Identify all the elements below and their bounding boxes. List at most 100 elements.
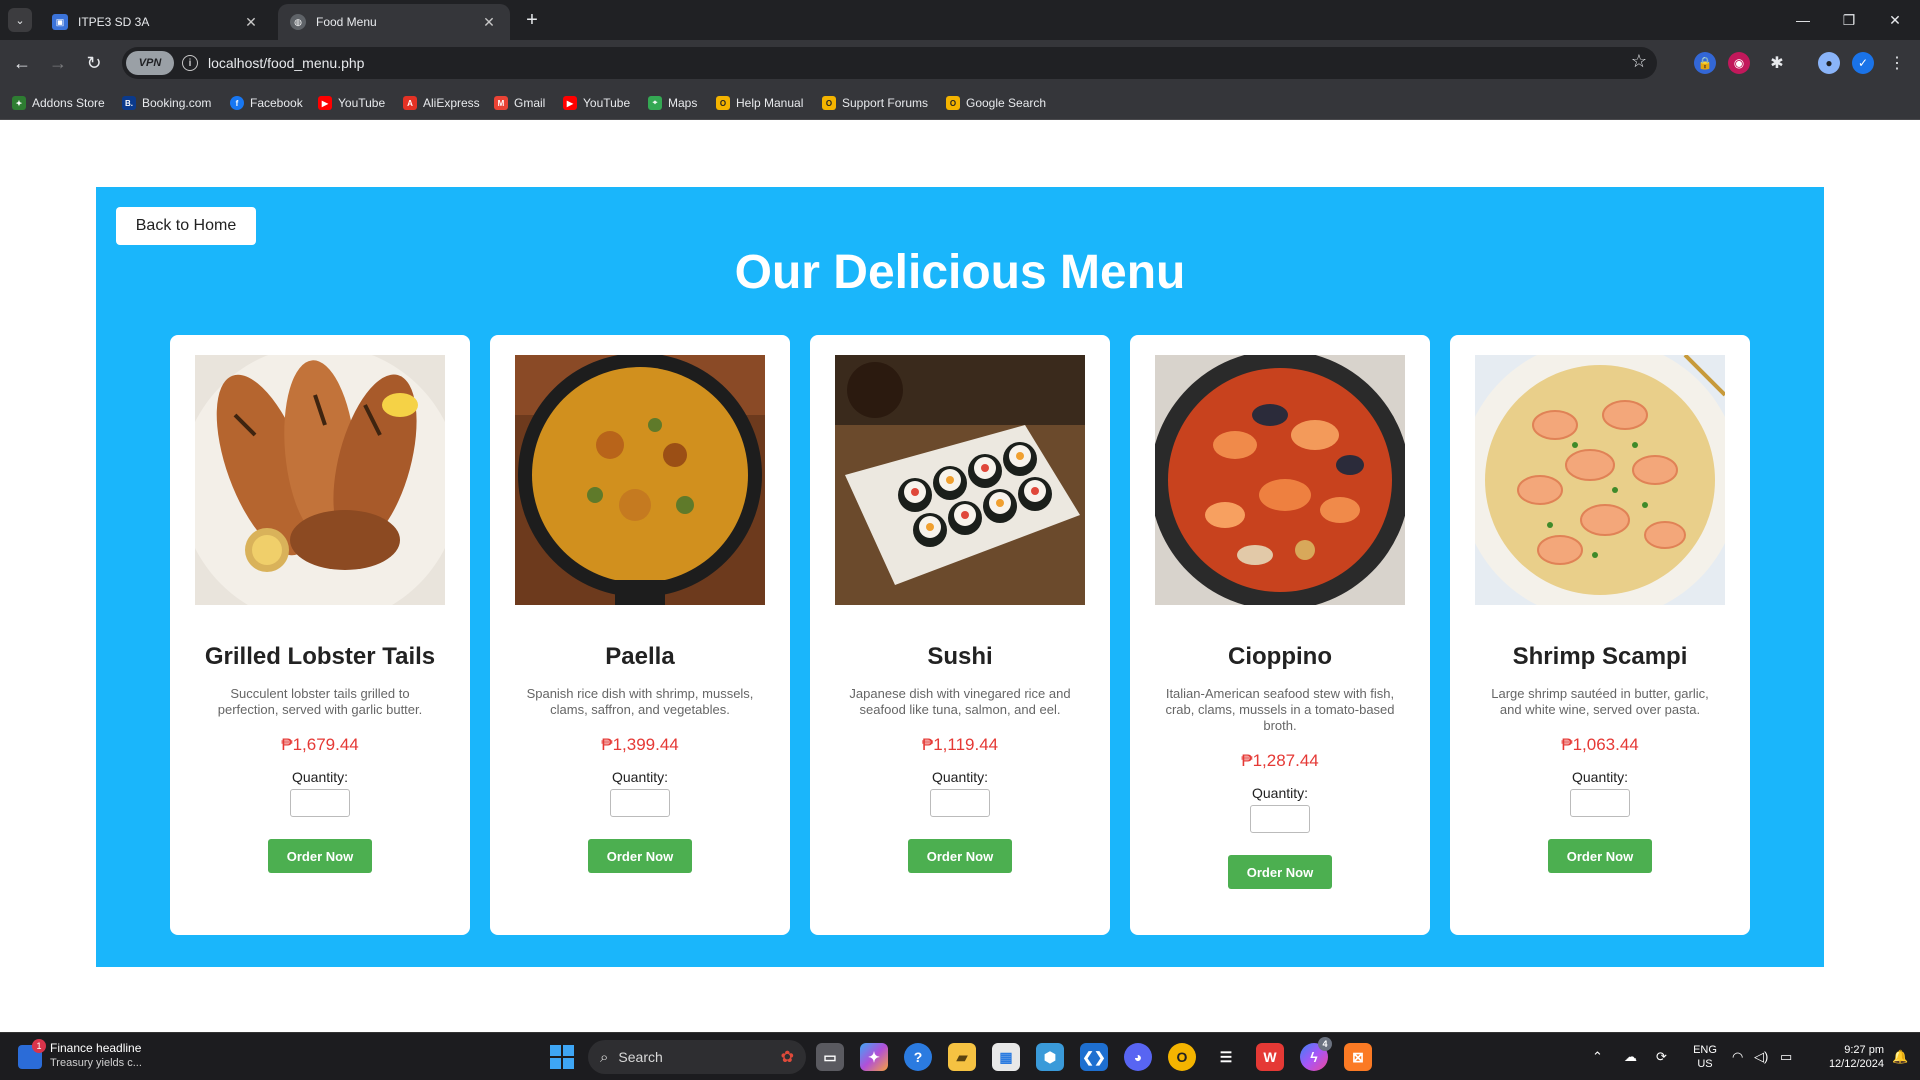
order-now-button[interactable]: Order Now: [908, 839, 1012, 873]
facebook-icon: f: [230, 96, 244, 110]
wps-office-icon[interactable]: W: [1256, 1043, 1284, 1071]
language-code: ENG: [1693, 1044, 1717, 1056]
page-viewport: Back to Home Our Delicious Menu Grilled …: [0, 120, 1920, 1032]
extension-icon[interactable]: ◉: [1728, 52, 1750, 74]
tray-chevron-icon[interactable]: ⌃: [1592, 1033, 1603, 1080]
bookmark-booking[interactable]: B. Booking.com: [122, 94, 211, 112]
quantity-input[interactable]: [290, 789, 350, 817]
item-description: Italian-American seafood stew with fish,…: [1165, 686, 1395, 733]
item-name: Grilled Lobster Tails: [204, 643, 436, 670]
opera-browser-icon[interactable]: O: [1168, 1043, 1196, 1071]
close-icon[interactable]: ✕: [242, 13, 260, 31]
onedrive-icon[interactable]: ☁: [1624, 1033, 1637, 1080]
battery-icon[interactable]: ▭: [1780, 1033, 1792, 1080]
order-now-button[interactable]: Order Now: [1228, 855, 1332, 889]
messenger-badge: 4: [1318, 1037, 1332, 1051]
vscode-icon[interactable]: ❮❯: [1080, 1043, 1108, 1071]
quantity-input[interactable]: [930, 789, 990, 817]
bookmark-youtube-2[interactable]: ▶ YouTube: [563, 94, 630, 112]
bookmark-google-search[interactable]: O Google Search: [946, 94, 1046, 112]
forward-arrow-icon[interactable]: →: [44, 49, 72, 77]
order-now-button[interactable]: Order Now: [588, 839, 692, 873]
food-image-lobster: [195, 355, 445, 605]
site-info-icon[interactable]: i: [182, 55, 198, 71]
taskbar-search[interactable]: ⌕ Search ✿: [588, 1040, 806, 1074]
task-view-icon[interactable]: ▭: [816, 1043, 844, 1071]
news-widget[interactable]: 1 Finance headline Treasury yields c...: [18, 1039, 142, 1071]
menu-panel: Back to Home Our Delicious Menu Grilled …: [96, 187, 1824, 967]
system-clock[interactable]: 9:27 pm 12/12/2024: [1800, 1043, 1884, 1071]
bookmark-star-icon[interactable]: ☆: [1631, 51, 1647, 72]
aliexpress-icon: A: [403, 96, 417, 110]
profile-icon[interactable]: ●: [1818, 52, 1840, 74]
opera-icon: O: [716, 96, 730, 110]
item-order-section: ₱1,399.44 Quantity: Order Now: [490, 735, 790, 873]
back-to-home-button[interactable]: Back to Home: [116, 207, 256, 245]
language-indicator[interactable]: ENG US: [1690, 1043, 1720, 1071]
item-name: Shrimp Scampi: [1512, 643, 1688, 670]
wifi-icon[interactable]: ◠: [1732, 1033, 1743, 1080]
item-order-section: ₱1,119.44 Quantity: Order Now: [810, 735, 1110, 873]
password-manager-icon[interactable]: 🔒: [1694, 52, 1716, 74]
bookmark-aliexpress[interactable]: A AliExpress: [403, 94, 480, 112]
bookmark-help-manual[interactable]: O Help Manual: [716, 94, 803, 112]
order-now-button[interactable]: Order Now: [1548, 839, 1652, 873]
bookmark-label: AliExpress: [423, 96, 480, 110]
cube-app-icon[interactable]: ⬢: [1036, 1043, 1064, 1071]
quantity-input[interactable]: [1570, 789, 1630, 817]
item-price: ₱1,287.44: [1241, 751, 1319, 770]
opera-icon: O: [822, 96, 836, 110]
reload-icon[interactable]: ↻: [80, 49, 108, 77]
copilot-icon[interactable]: ✦: [860, 1043, 888, 1071]
close-icon[interactable]: ✕: [480, 13, 498, 31]
settings-sliders-icon[interactable]: ☰: [1212, 1043, 1240, 1071]
new-tab-button[interactable]: +: [520, 8, 544, 32]
item-price: ₱1,063.44: [1561, 735, 1639, 754]
bookmark-maps[interactable]: ⌖ Maps: [648, 94, 697, 112]
vpn-badge[interactable]: VPN: [126, 51, 174, 75]
file-explorer-icon[interactable]: ▰: [948, 1043, 976, 1071]
item-name: Paella: [605, 643, 675, 670]
browser-toolbar: ← → ↻ VPN i localhost/food_menu.php ☆ 🔒 …: [0, 40, 1920, 86]
restore-button[interactable]: ❐: [1826, 0, 1872, 40]
bookmarks-bar: ✦ Addons Store B. Booking.com f Facebook…: [0, 86, 1920, 120]
messenger-icon[interactable]: ϟ4: [1300, 1037, 1332, 1071]
help-icon[interactable]: ?: [904, 1043, 932, 1071]
bookmark-support-forums[interactable]: O Support Forums: [822, 94, 928, 112]
puzzle-icon[interactable]: ✱: [1766, 52, 1788, 74]
bookmark-gmail[interactable]: M Gmail: [494, 94, 545, 112]
menu-card-cioppino: Cioppino Italian-American seafood stew w…: [1130, 335, 1430, 935]
back-arrow-icon[interactable]: ←: [8, 49, 36, 77]
bookmark-label: YouTube: [583, 96, 631, 110]
volume-icon[interactable]: ◁): [1754, 1033, 1768, 1080]
menu-card-shrimp-scampi: Shrimp Scampi Large shrimp sautéed in bu…: [1450, 335, 1750, 935]
search-icon: ⌕: [600, 1048, 609, 1066]
tab-search-icon[interactable]: ⌄: [8, 8, 32, 32]
order-now-button[interactable]: Order Now: [268, 839, 372, 873]
maps-icon: ⌖: [648, 96, 662, 110]
bookmark-youtube[interactable]: ▶ YouTube: [318, 94, 385, 112]
bookmark-facebook[interactable]: f Facebook: [230, 94, 303, 112]
tab-itpe3[interactable]: ▣ ITPE3 SD 3A ✕: [40, 4, 272, 40]
quantity-input[interactable]: [1250, 805, 1310, 833]
menu-card-lobster: Grilled Lobster Tails Succulent lobster …: [170, 335, 470, 935]
verified-icon[interactable]: ✓: [1852, 52, 1874, 74]
notification-bell-icon[interactable]: 🔔: [1892, 1033, 1908, 1080]
food-image-shrimp-scampi: [1475, 355, 1725, 605]
url-text[interactable]: localhost/food_menu.php: [208, 55, 364, 71]
quantity-label: Quantity:: [611, 769, 669, 785]
minimize-button[interactable]: —: [1780, 0, 1826, 40]
bookmark-label: Support Forums: [842, 96, 929, 110]
quantity-input[interactable]: [610, 789, 670, 817]
xampp-icon[interactable]: ⊠: [1344, 1043, 1372, 1071]
sync-icon[interactable]: ⟳: [1656, 1033, 1667, 1080]
store-icon[interactable]: ▦: [992, 1043, 1020, 1071]
addons-icon: ✦: [12, 96, 26, 110]
windows-start-icon[interactable]: [550, 1045, 574, 1069]
bookmark-addons-store[interactable]: ✦ Addons Store: [12, 94, 105, 112]
discord-icon[interactable]: ◕: [1124, 1043, 1152, 1071]
address-bar[interactable]: VPN i localhost/food_menu.php ☆: [122, 47, 1657, 79]
window-close-button[interactable]: ✕: [1872, 0, 1918, 40]
tab-food-menu[interactable]: ◍ Food Menu ✕: [278, 4, 510, 40]
more-menu-icon[interactable]: ⋮: [1886, 52, 1908, 74]
